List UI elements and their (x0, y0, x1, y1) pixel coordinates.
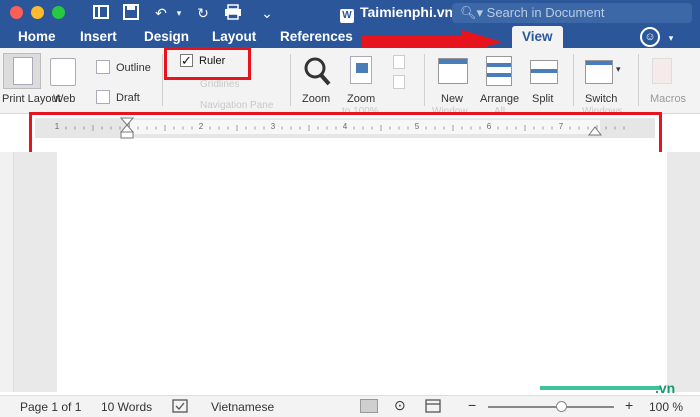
undo-icon[interactable]: ↶ (150, 3, 172, 23)
print-layout-icon (13, 57, 33, 85)
ruler-highlight-box-large (29, 112, 662, 155)
document-title: W Taimienphi.vn... (340, 4, 465, 23)
draft-icon (96, 90, 110, 104)
language-status[interactable]: Vietnamese (211, 400, 274, 414)
ruler-highlight-box (164, 47, 251, 80)
one-page-icon[interactable] (393, 55, 405, 69)
print-layout-label: Print Layout (2, 93, 61, 105)
split-icon[interactable] (530, 60, 558, 84)
zoom-100-icon[interactable] (350, 56, 372, 84)
web-layout-label[interactable]: Web (53, 93, 75, 105)
switch-windows-icon[interactable] (585, 60, 613, 84)
vertical-ruler[interactable] (0, 152, 14, 392)
split-button[interactable]: Split (532, 93, 553, 105)
new-window-icon-bar (439, 59, 467, 64)
word-count-status[interactable]: 10 Words (101, 400, 152, 414)
ribbon-divider (162, 54, 163, 106)
gridlines-label[interactable]: Gridlines (200, 79, 239, 90)
undo-dropdown-icon[interactable]: ▾ (172, 3, 186, 23)
search-icon: 🔍︎▾ (460, 5, 487, 20)
ribbon-divider (424, 54, 425, 106)
close-window-button[interactable] (10, 6, 23, 19)
document-page[interactable] (57, 152, 667, 392)
ribbon-divider (638, 54, 639, 106)
word-doc-icon: W (340, 9, 354, 23)
customize-toolbar-icon[interactable]: ⌄ (256, 3, 278, 23)
zoom-in-icon[interactable]: + (625, 397, 633, 413)
save-icon[interactable] (120, 3, 142, 23)
multiple-pages-icon[interactable] (393, 75, 405, 89)
arrange-all-button[interactable]: Arrange (480, 93, 519, 105)
feedback-smiley-icon[interactable]: ☺ (640, 27, 660, 47)
zoom-percent-status[interactable]: 100 % (649, 400, 683, 414)
print-layout-view-icon[interactable] (360, 399, 378, 413)
ribbon-divider (290, 54, 291, 106)
tab-home[interactable]: Home (18, 28, 56, 46)
ribbon-divider (573, 54, 574, 106)
zoom-out-icon[interactable]: − (468, 397, 476, 413)
new-window-icon[interactable] (438, 58, 468, 84)
zoom-window-button[interactable] (52, 6, 65, 19)
tab-view[interactable]: View (512, 26, 563, 48)
tab-layout[interactable]: Layout (212, 28, 256, 46)
macros-icon[interactable] (652, 58, 672, 84)
print-icon[interactable] (222, 3, 244, 23)
page-count-status[interactable]: Page 1 of 1 (20, 400, 81, 414)
switch-windows-icon-bar (586, 61, 612, 65)
macros-button[interactable]: Macros (650, 93, 686, 105)
zoom-magnifier-icon[interactable] (303, 56, 331, 86)
zoom-slider-knob[interactable] (556, 401, 568, 412)
switch-windows-dropdown-icon[interactable]: ▾ (616, 64, 621, 75)
arrange-icon-bar-top (487, 63, 511, 67)
web-layout-view-icon[interactable] (425, 399, 441, 416)
minimize-window-button[interactable] (31, 6, 44, 19)
proofing-icon[interactable] (172, 399, 188, 416)
switch-windows-button[interactable]: Switch (585, 93, 617, 105)
new-window-button[interactable]: New (441, 93, 463, 105)
watermark-text: .vn (655, 380, 676, 396)
feedback-dropdown-icon[interactable]: ▾ (664, 28, 678, 48)
outline-icon (96, 60, 110, 74)
web-layout-icon[interactable] (50, 58, 76, 86)
tab-insert[interactable]: Insert (80, 28, 117, 46)
arrange-all-icon[interactable] (486, 56, 512, 86)
redo-icon[interactable]: ↻ (192, 3, 214, 23)
zoom-slider[interactable] (488, 406, 614, 408)
status-bar: Page 1 of 1 10 Words Vietnamese ⊙ − + 10… (0, 395, 700, 417)
zoom-100-arrow-icon (356, 63, 368, 73)
watermark-bar (540, 386, 660, 390)
draft-button[interactable]: Draft (116, 92, 140, 104)
navigation-pane-label[interactable]: Navigation Pane (200, 100, 273, 111)
title-bar: ↶ ▾ ↻ ⌄ W Taimienphi.vn... 🔍︎▾ Search in … (0, 0, 700, 26)
tab-references[interactable]: References (280, 28, 353, 46)
view-ribbon: Print Layout Web Outline Draft Gridlines… (0, 48, 700, 117)
arrange-icon-bar-bottom (487, 73, 511, 77)
focus-view-icon[interactable]: ⊙ (394, 397, 406, 414)
search-input[interactable]: 🔍︎▾ Search in Document (452, 3, 692, 23)
sidebar-icon[interactable] (90, 3, 112, 23)
zoom-100-button[interactable]: Zoom (347, 93, 375, 105)
tab-design[interactable]: Design (144, 28, 189, 46)
zoom-button[interactable]: Zoom (302, 93, 330, 105)
split-icon-bar (531, 69, 557, 73)
outline-button[interactable]: Outline (116, 62, 151, 74)
ribbon-tab-bar: Home Insert Design Layout References Vie… (0, 26, 700, 48)
print-layout-button[interactable] (3, 53, 41, 89)
